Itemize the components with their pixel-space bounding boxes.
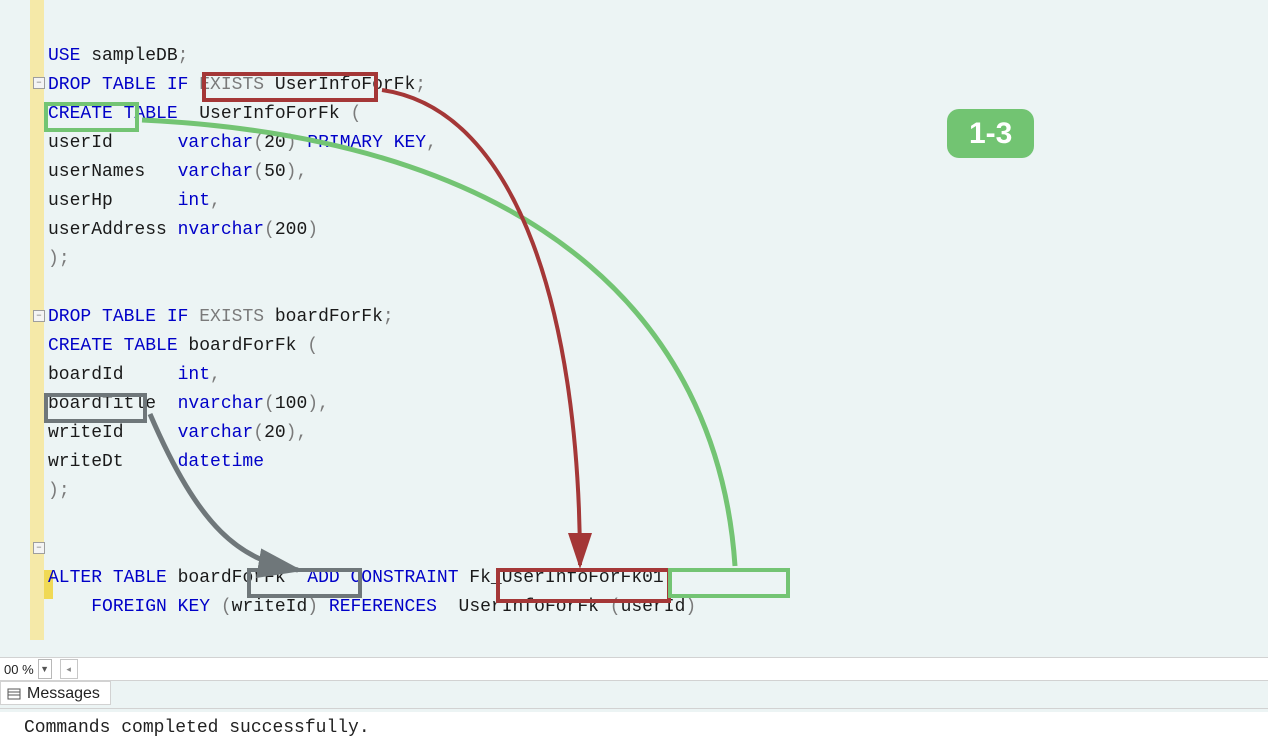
- messages-tab[interactable]: Messages: [0, 681, 111, 705]
- collapse-toggle-icon[interactable]: −: [33, 310, 45, 322]
- results-pane[interactable]: Commands completed successfully.: [0, 712, 1268, 750]
- zoom-dropdown-button[interactable]: ▼: [38, 659, 52, 679]
- hscroll-left-button[interactable]: ◂: [60, 659, 78, 679]
- tab-separator: [0, 708, 1268, 709]
- code-editor[interactable]: − − − USE sampleDB; DROP TABLE IF EXISTS…: [0, 0, 1268, 650]
- zoom-level: 00 %: [0, 662, 34, 677]
- result-message: Commands completed successfully.: [24, 718, 370, 738]
- collapse-toggle-icon[interactable]: −: [33, 77, 45, 89]
- messages-icon: [7, 687, 21, 701]
- code-content[interactable]: USE sampleDB; DROP TABLE IF EXISTS UserI…: [48, 13, 696, 651]
- collapse-toggle-icon[interactable]: −: [33, 542, 45, 554]
- messages-tab-label: Messages: [27, 685, 100, 703]
- step-badge: 1-3: [947, 109, 1034, 158]
